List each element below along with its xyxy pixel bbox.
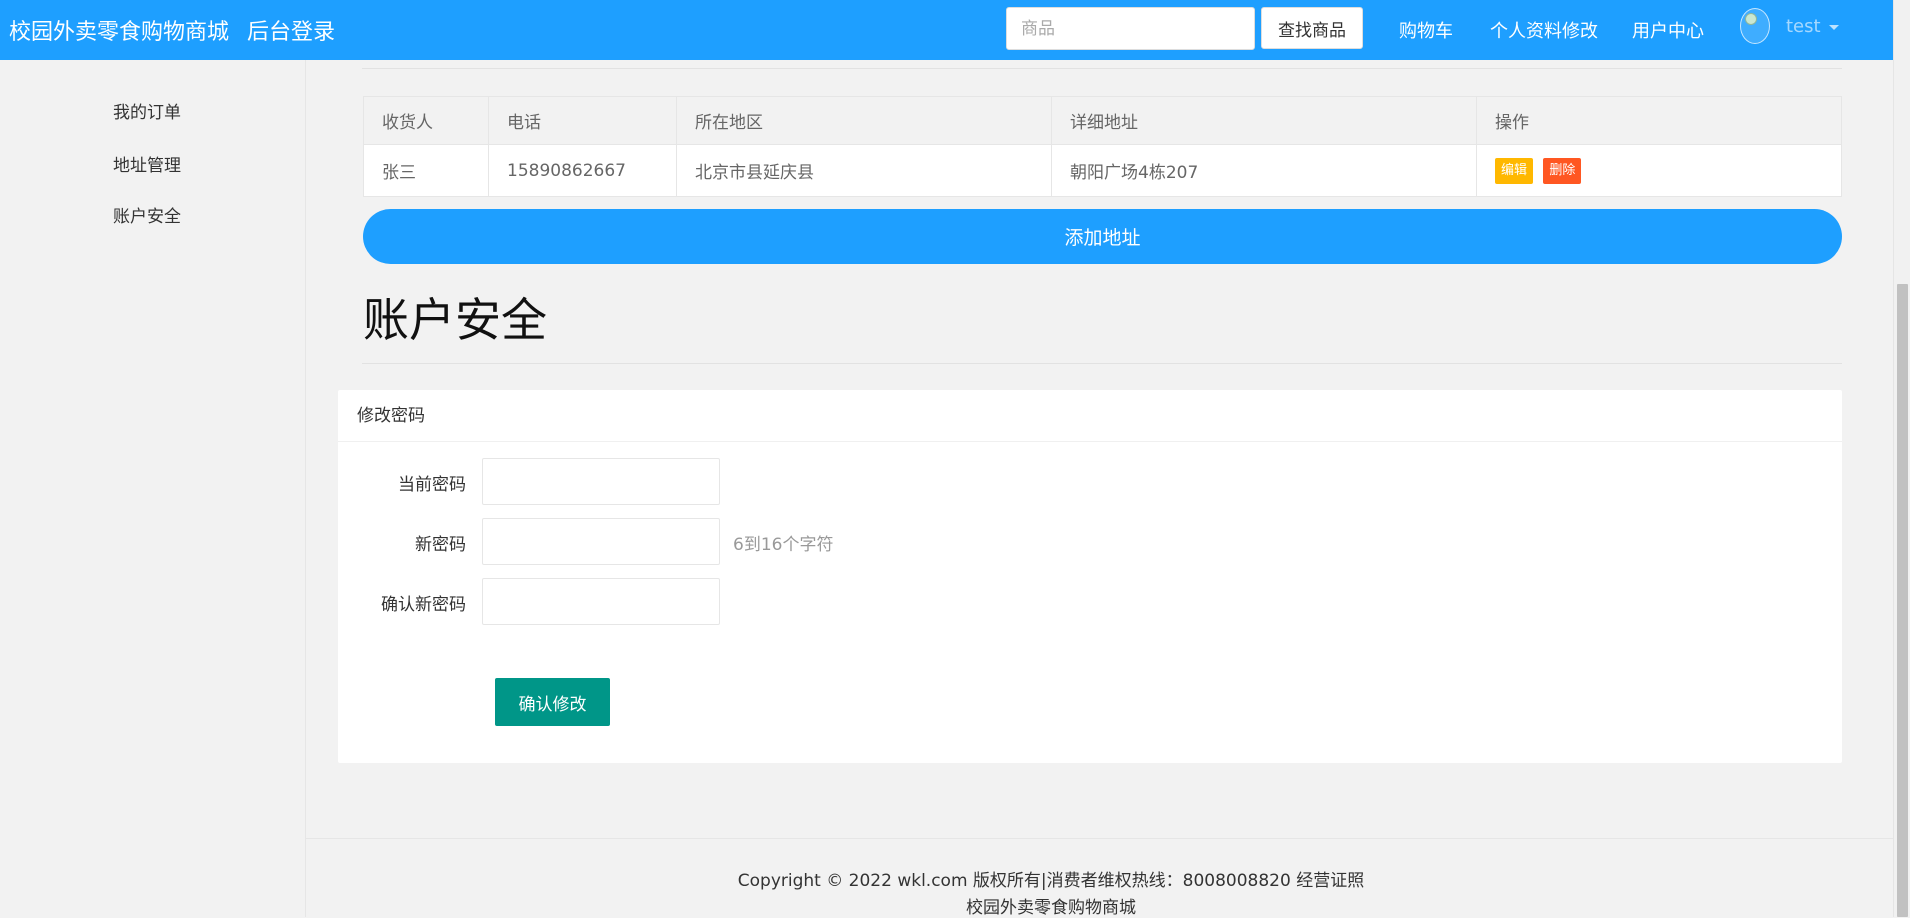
- footer-divider: [306, 838, 1893, 839]
- search-input[interactable]: [1006, 7, 1255, 50]
- sidebar-item-addresses[interactable]: 地址管理: [113, 151, 181, 176]
- delete-address-button[interactable]: 删除: [1543, 157, 1582, 184]
- footer-copyright: Copyright © 2022 wkl.com 版权所有|消费者维权热线：80…: [737, 871, 1365, 891]
- table-header-row: 收货人 电话 所在地区 详细地址 操作: [363, 96, 1842, 145]
- confirm-change-button[interactable]: 确认修改: [495, 678, 610, 726]
- cell-name: 张三: [363, 144, 489, 197]
- sidebar-item-orders[interactable]: 我的订单: [113, 98, 181, 123]
- divider: [362, 68, 1842, 69]
- username[interactable]: test: [1786, 16, 1821, 37]
- scrollbar-thumb[interactable]: [1897, 284, 1908, 917]
- main-content: 收货人 电话 所在地区 详细地址 操作 张三 15890862667 北京市县延…: [306, 60, 1893, 918]
- site-brand[interactable]: 校园外卖零食购物商城: [9, 14, 229, 46]
- section-title-security: 账户安全: [363, 293, 547, 347]
- nav-user-center-link[interactable]: 用户中心: [1632, 17, 1704, 43]
- column-header-region: 所在地区: [676, 96, 1052, 145]
- new-password-hint: 6到16个字符: [733, 535, 834, 555]
- change-password-card: 修改密码 当前密码 新密码 6到16个字符 确认新密码 确认修改: [338, 390, 1842, 763]
- search-button[interactable]: 查找商品: [1261, 7, 1363, 49]
- nav-cart-link[interactable]: 购物车: [1399, 17, 1453, 43]
- confirm-password-label: 确认新密码: [381, 595, 466, 615]
- sidebar-item-security[interactable]: 账户安全: [113, 202, 181, 227]
- divider: [362, 363, 1842, 364]
- vertical-scrollbar[interactable]: [1893, 0, 1910, 917]
- user-menu[interactable]: test: [1740, 8, 1839, 44]
- top-header: 校园外卖零食购物商城 后台登录 查找商品 购物车 个人资料修改 用户中心 tes…: [0, 0, 1893, 60]
- card-title: 修改密码: [338, 390, 1842, 442]
- cell-actions: 编辑 删除: [1476, 144, 1842, 197]
- new-password-label: 新密码: [415, 535, 466, 555]
- edit-address-button[interactable]: 编辑: [1495, 157, 1534, 184]
- cell-phone: 15890862667: [488, 144, 677, 197]
- sidebar: 我的订单 地址管理 账户安全: [0, 60, 306, 917]
- column-header-actions: 操作: [1476, 96, 1842, 145]
- new-password-input[interactable]: [482, 518, 720, 565]
- avatar[interactable]: [1740, 8, 1770, 44]
- add-address-button[interactable]: 添加地址: [363, 209, 1842, 264]
- current-password-label: 当前密码: [398, 475, 466, 495]
- admin-login-link[interactable]: 后台登录: [247, 14, 335, 46]
- cell-region: 北京市县延庆县: [676, 144, 1052, 197]
- current-password-input[interactable]: [482, 458, 720, 505]
- address-table: 收货人 电话 所在地区 详细地址 操作 张三 15890862667 北京市县延…: [363, 96, 1842, 197]
- column-header-phone: 电话: [488, 96, 677, 145]
- confirm-password-input[interactable]: [482, 578, 720, 625]
- column-header-name: 收货人: [363, 96, 489, 145]
- cell-detail: 朝阳广场4栋207: [1051, 144, 1477, 197]
- column-header-detail: 详细地址: [1051, 96, 1477, 145]
- chevron-down-icon[interactable]: [1828, 25, 1839, 30]
- nav-profile-edit-link[interactable]: 个人资料修改: [1490, 17, 1598, 43]
- footer-brand: 校园外卖零食购物商城: [966, 898, 1136, 918]
- table-row: 张三 15890862667 北京市县延庆县 朝阳广场4栋207 编辑 删除: [363, 144, 1842, 197]
